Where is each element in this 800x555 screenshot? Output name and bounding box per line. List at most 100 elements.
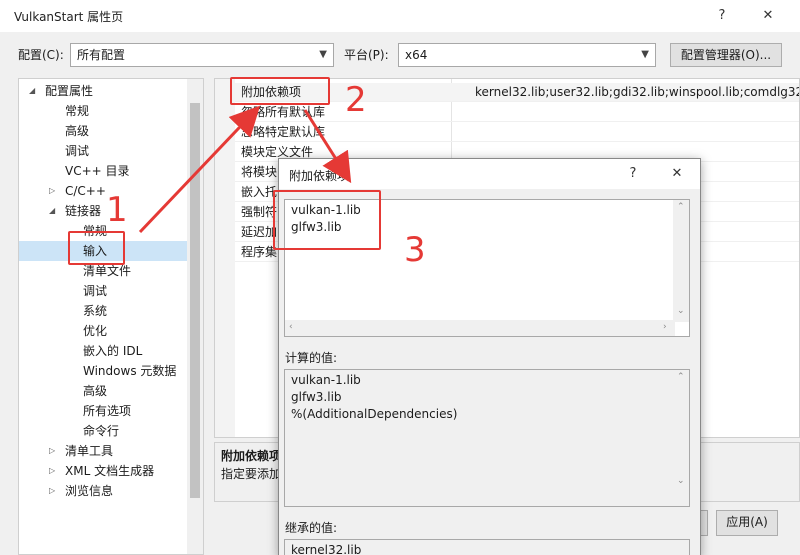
computed-label: 计算的值: xyxy=(285,351,338,365)
tree-item-optimization[interactable]: 优化 xyxy=(19,321,189,341)
tree-item-browse-info[interactable]: ▷ 浏览信息 xyxy=(19,481,189,501)
dialog-title: 附加依赖项 xyxy=(289,169,350,183)
tree-item-label: 调试 xyxy=(65,144,90,158)
config-toolbar: 配置(C): 所有配置 ▼ 平台(P): x64 ▼ 配置管理器(O)... xyxy=(0,40,800,70)
scroll-down-icon[interactable]: ⌄ xyxy=(677,306,685,316)
tree-item-linker-advanced[interactable]: 高级 xyxy=(19,381,189,401)
computed-line: %(AdditionalDependencies) xyxy=(291,407,458,421)
tree-item-label: 链接器 xyxy=(65,204,102,218)
tree-item-linker[interactable]: ◢ 链接器 xyxy=(19,201,189,221)
tree-item-label: XML 文档生成器 xyxy=(65,464,155,478)
window-title: VulkanStart 属性页 xyxy=(14,10,124,24)
grid-row-name: 将模块 xyxy=(241,165,278,179)
platform-label: 平台(P): xyxy=(344,48,389,62)
annotation-box-3 xyxy=(273,190,381,250)
tree-item-label: 浏览信息 xyxy=(65,484,114,498)
annotation-box-2 xyxy=(230,77,330,105)
computed-line: glfw3.lib xyxy=(291,390,342,404)
tree-item-label: 配置属性 xyxy=(45,84,94,98)
tree-item-label: 调试 xyxy=(83,284,108,298)
tree-item-debugging[interactable]: 调试 xyxy=(19,141,189,161)
property-tree: ◢ 配置属性 常规 高级 调试 VC++ 目录 ▷ C/C++ ◢ 链接器 常规… xyxy=(18,78,204,555)
scroll-right-icon[interactable]: › xyxy=(663,322,667,332)
annotation-number-1: 1 xyxy=(106,190,128,230)
tree-item-config-properties[interactable]: ◢ 配置属性 xyxy=(19,81,189,101)
tree-item-windows-metadata[interactable]: Windows 元数据 xyxy=(19,361,189,381)
tree-item-label: 优化 xyxy=(83,324,108,338)
inherited-values: kernel32.lib xyxy=(284,539,690,555)
tree-item-label: Windows 元数据 xyxy=(83,364,177,378)
dialog-titlebar: 附加依赖项 ? ✕ xyxy=(279,159,700,189)
tree-item-label: 高级 xyxy=(65,124,90,138)
grid-row-name: 忽略特定默认库 xyxy=(241,125,326,139)
tree-item-label: 高级 xyxy=(83,384,108,398)
tree-item-label: 命令行 xyxy=(83,424,120,438)
expand-icon[interactable]: ◢ xyxy=(49,201,55,221)
tree-item-vc-directories[interactable]: VC++ 目录 xyxy=(19,161,189,181)
close-icon[interactable]: ✕ xyxy=(754,4,782,28)
annotation-number-3: 3 xyxy=(404,230,426,270)
tree-item-cpp[interactable]: ▷ C/C++ xyxy=(19,181,189,201)
expand-icon[interactable]: ▷ xyxy=(49,481,55,501)
input-hscrollbar[interactable]: ‹ › xyxy=(285,320,675,336)
expand-icon[interactable]: ▷ xyxy=(49,461,55,481)
config-select-value: 所有配置 xyxy=(77,48,126,62)
tree-item-system[interactable]: 系统 xyxy=(19,301,189,321)
description-title: 附加依赖项 xyxy=(221,449,282,463)
grid-row-ignore-all-default[interactable]: 忽略所有默认库 xyxy=(235,103,799,122)
expand-icon[interactable]: ▷ xyxy=(49,181,55,201)
tree-item-label: 常规 xyxy=(65,104,90,118)
tree-item-label: C/C++ xyxy=(65,184,106,198)
tree-item-label: 嵌入的 IDL xyxy=(83,344,143,358)
tree-item-manifest-tool[interactable]: ▷ 清单工具 xyxy=(19,441,189,461)
config-select[interactable]: 所有配置 ▼ xyxy=(70,43,334,67)
grid-row-ignore-specific-default[interactable]: 忽略特定默认库 xyxy=(235,123,799,142)
tree-item-general[interactable]: 常规 xyxy=(19,101,189,121)
annotation-box-1 xyxy=(68,231,125,265)
inherited-label: 继承的值: xyxy=(285,521,338,535)
input-vscrollbar[interactable]: ⌃ ⌄ xyxy=(673,200,689,322)
grid-row-name: 忽略所有默认库 xyxy=(241,105,326,119)
platform-select[interactable]: x64 ▼ xyxy=(398,43,656,67)
help-button[interactable]: ? xyxy=(708,4,736,28)
tree-item-advanced[interactable]: 高级 xyxy=(19,121,189,141)
tree-scrollbar[interactable] xyxy=(187,79,203,554)
tree-item-embedded-idl[interactable]: 嵌入的 IDL xyxy=(19,341,189,361)
config-label: 配置(C): xyxy=(18,48,64,62)
chevron-down-icon: ▼ xyxy=(641,49,649,60)
dialog-help-button[interactable]: ? xyxy=(619,162,647,186)
computed-line: vulkan-1.lib xyxy=(291,373,361,387)
tree-item-label: 系统 xyxy=(83,304,108,318)
config-manager-button[interactable]: 配置管理器(O)... xyxy=(670,43,782,67)
grid-row-name: 程序集 xyxy=(241,245,278,259)
scroll-down-icon[interactable]: ⌄ xyxy=(677,476,685,486)
grid-row-name: 嵌入托 xyxy=(241,185,278,199)
apply-button[interactable]: 应用(A) xyxy=(716,510,778,536)
inherited-vscrollbar[interactable] xyxy=(673,540,689,555)
chevron-down-icon: ▼ xyxy=(319,49,327,60)
grid-row-value[interactable]: kernel32.lib;user32.lib;gdi32.lib;winspo… xyxy=(475,83,799,102)
grid-row-name: 强制符 xyxy=(241,205,278,219)
grid-row-name: 延迟加 xyxy=(241,225,278,239)
dialog-close-icon[interactable]: ✕ xyxy=(663,162,691,186)
window-titlebar: VulkanStart 属性页 ? ✕ xyxy=(0,0,800,32)
tree-item-label: VC++ 目录 xyxy=(65,164,130,178)
tree-item-linker-debugging[interactable]: 调试 xyxy=(19,281,189,301)
platform-select-value: x64 xyxy=(405,48,428,62)
scroll-up-icon[interactable]: ⌃ xyxy=(677,372,685,382)
tree-item-command-line[interactable]: 命令行 xyxy=(19,421,189,441)
tree-item-xml-doc-generator[interactable]: ▷ XML 文档生成器 xyxy=(19,461,189,481)
description-text: 指定要添加 xyxy=(221,467,282,481)
grid-gutter xyxy=(215,79,235,437)
computed-vscrollbar[interactable]: ⌃ ⌄ xyxy=(673,370,689,506)
tree-item-all-options[interactable]: 所有选项 xyxy=(19,401,189,421)
scroll-left-icon[interactable]: ‹ xyxy=(289,322,293,332)
computed-values: vulkan-1.lib glfw3.lib %(AdditionalDepen… xyxy=(284,369,690,507)
tree-item-label: 清单工具 xyxy=(65,444,114,458)
expand-icon[interactable]: ▷ xyxy=(49,441,55,461)
tree-item-label: 所有选项 xyxy=(83,404,132,418)
scroll-up-icon[interactable]: ⌃ xyxy=(677,202,685,212)
expand-icon[interactable]: ◢ xyxy=(29,81,35,101)
tree-scrollbar-thumb[interactable] xyxy=(190,103,200,498)
inherited-line: kernel32.lib xyxy=(291,543,362,555)
